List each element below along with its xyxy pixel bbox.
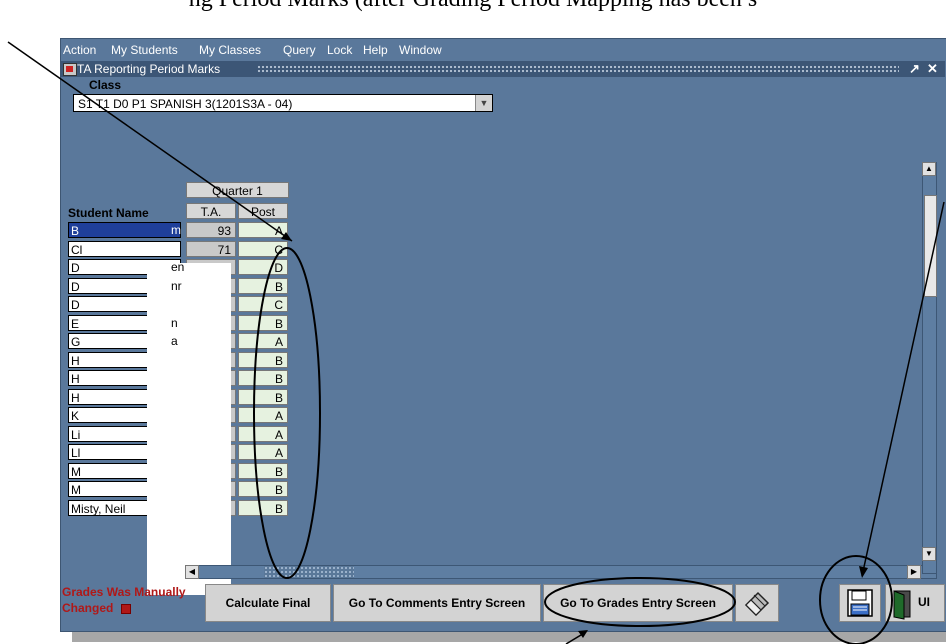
annotation-arrow-1 (7, 41, 293, 242)
annotation-arrow-2 (861, 201, 945, 577)
annotation-arrowhead-3 (578, 630, 588, 638)
annotation-arrowhead-1 (281, 232, 292, 241)
annotation-ellipse-save (819, 555, 893, 644)
annotation-arrowhead-2 (859, 566, 868, 578)
name-fragment: n (171, 316, 178, 330)
annotation-ellipse-post-column (253, 247, 321, 579)
annotation-ellipse-grades-button (544, 577, 736, 627)
name-fragment: m (171, 223, 181, 237)
name-fragment: en (171, 260, 185, 274)
name-fragment: a (171, 334, 178, 348)
name-fragment: nr (171, 279, 182, 293)
annotation-layer (7, 41, 945, 644)
